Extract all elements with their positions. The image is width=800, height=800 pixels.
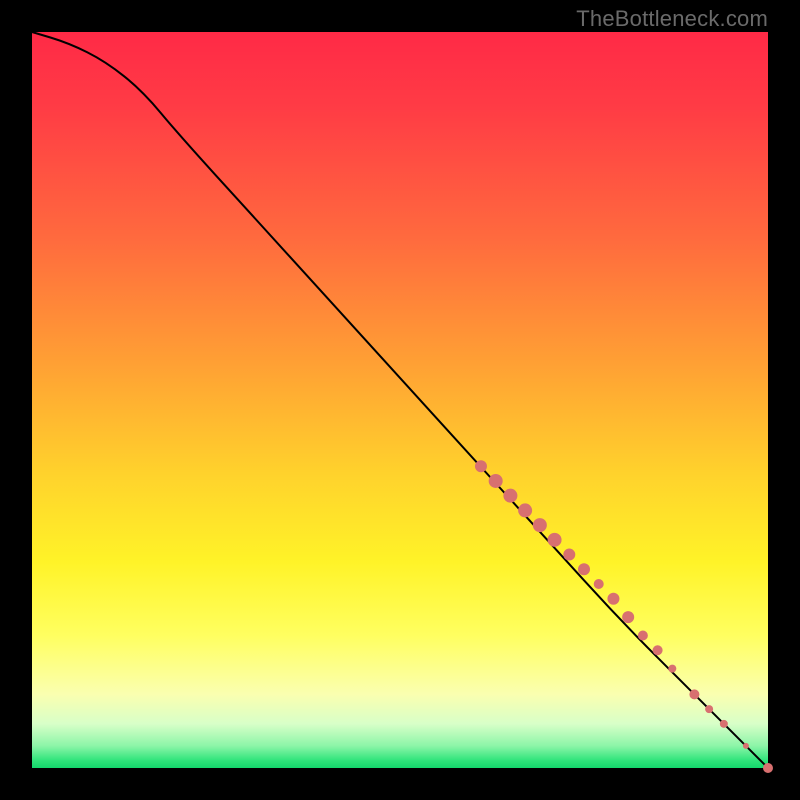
chart-point	[594, 579, 604, 589]
chart-point	[653, 645, 663, 655]
chart-point	[638, 631, 648, 641]
chart-svg	[32, 32, 768, 768]
chart-point	[563, 549, 575, 561]
chart-point	[578, 563, 590, 575]
chart-point	[668, 665, 676, 673]
chart-point	[533, 518, 547, 532]
chart-point	[475, 460, 487, 472]
chart-points-group	[475, 460, 773, 773]
chart-point	[518, 503, 532, 517]
chart-point	[689, 689, 699, 699]
watermark-label: TheBottleneck.com	[576, 6, 768, 32]
chart-point	[705, 705, 713, 713]
chart-point	[548, 533, 562, 547]
chart-frame: TheBottleneck.com	[32, 32, 768, 768]
chart-curve	[32, 32, 768, 768]
chart-point	[503, 489, 517, 503]
chart-point	[607, 593, 619, 605]
chart-point	[743, 743, 749, 749]
chart-point	[763, 763, 773, 773]
chart-point	[489, 474, 503, 488]
chart-point	[622, 611, 634, 623]
chart-point	[720, 720, 728, 728]
